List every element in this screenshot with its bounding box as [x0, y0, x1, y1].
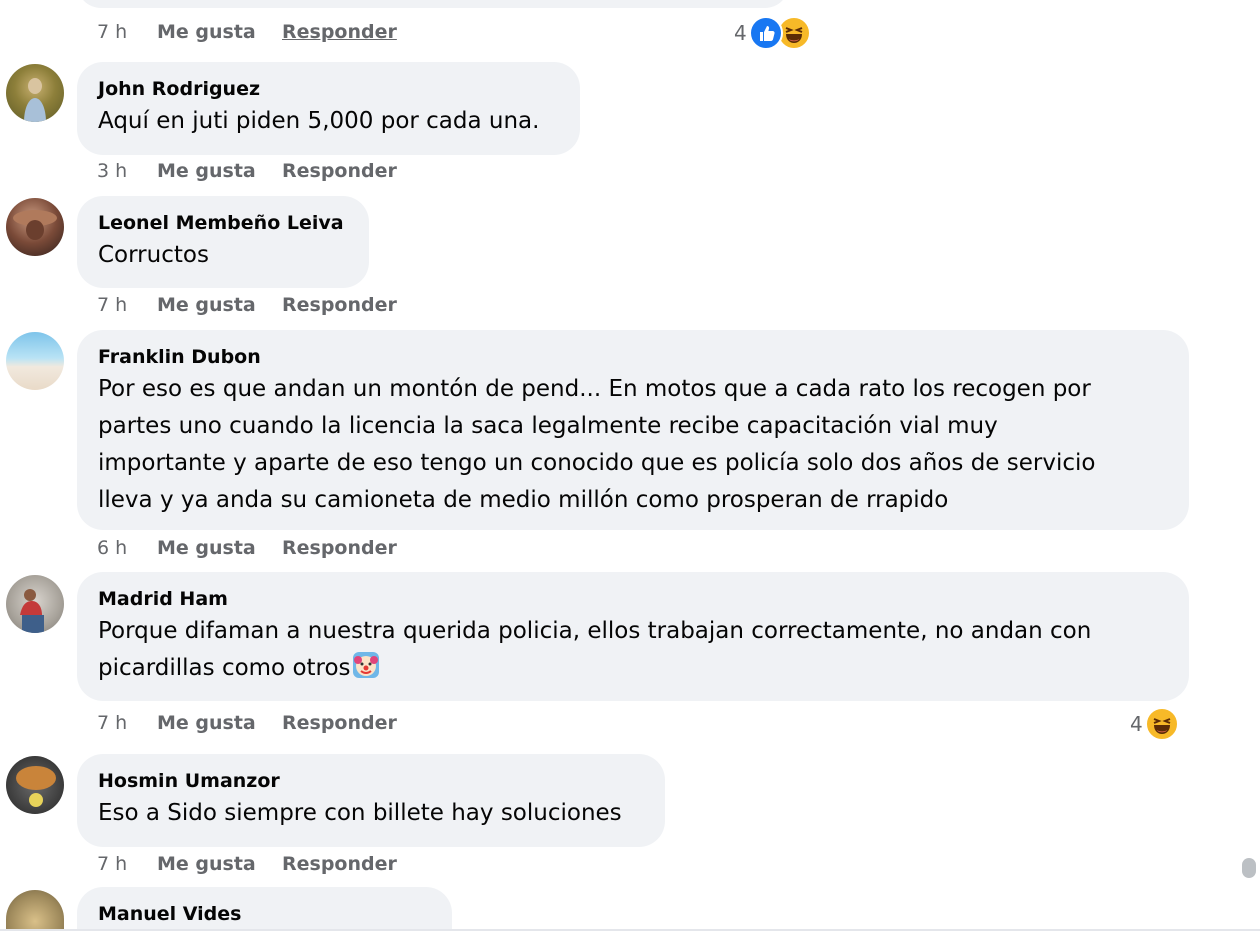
comment-actions: 6 h Me gusta Responder	[97, 533, 397, 563]
comment-text-line: Porque difaman a nuestra querida policia…	[98, 618, 1092, 644]
reply-button[interactable]: Responder	[282, 853, 397, 875]
comment-time[interactable]: 7 h	[97, 712, 157, 734]
like-button[interactable]: Me gusta	[157, 853, 282, 875]
comment-actions: 7 h Me gusta Responder	[97, 708, 397, 738]
comment-time[interactable]: 7 h	[97, 21, 157, 43]
comment-text: Porque difaman a nuestra querida policia…	[98, 613, 1167, 687]
avatar[interactable]	[6, 64, 64, 122]
comment-text-line: lleva y ya anda su camioneta de medio mi…	[98, 487, 949, 513]
reaction-summary[interactable]: 4	[734, 16, 811, 50]
comment-actions: 7 h Me gusta Responder	[97, 17, 397, 47]
comment-author[interactable]: Franklin Dubon	[98, 345, 1167, 369]
like-button[interactable]: Me gusta	[157, 712, 282, 734]
like-button[interactable]: Me gusta	[157, 294, 282, 316]
reply-button[interactable]: Responder	[282, 712, 397, 734]
comment-author[interactable]: John Rodriguez	[98, 77, 558, 101]
comment-time[interactable]: 6 h	[97, 537, 157, 559]
avatar[interactable]	[6, 575, 64, 633]
comment-text: Corructos	[98, 242, 209, 268]
divider	[0, 929, 1260, 931]
comment-time[interactable]: 3 h	[97, 160, 157, 182]
comment-text: Por eso es que andan un montón de pend..…	[98, 371, 1167, 519]
avatar[interactable]	[6, 756, 64, 814]
reaction-count: 4	[734, 21, 747, 45]
comment-author[interactable]: Leonel Membeño Leiva	[98, 211, 347, 235]
haha-reaction-icon	[1144, 707, 1179, 741]
comment-text-line: importante y aparte de eso tengo un cono…	[98, 450, 1096, 476]
avatar[interactable]	[6, 890, 64, 929]
comment-time[interactable]: 7 h	[97, 294, 157, 316]
comment-bubble: Franklin Dubon Por eso es que andan un m…	[77, 330, 1189, 530]
like-reaction-icon	[748, 16, 783, 50]
comment-text-fragment: picardillas como otros	[98, 655, 351, 681]
reply-button[interactable]: Responder	[282, 294, 397, 316]
reaction-summary[interactable]: 4	[1130, 707, 1179, 741]
comment-bubble: Madrid Ham Porque difaman a nuestra quer…	[77, 572, 1189, 701]
comment-author[interactable]: Hosmin Umanzor	[98, 769, 643, 793]
comment-text-line: partes uno cuando la licencia la saca le…	[98, 413, 998, 439]
reply-button[interactable]: Responder	[282, 21, 397, 43]
comment-author[interactable]: Madrid Ham	[98, 587, 1167, 611]
comment-bubble: Hosmin Umanzor Eso a Sido siempre con bi…	[77, 754, 665, 847]
avatar[interactable]	[6, 198, 64, 256]
reply-button[interactable]: Responder	[282, 160, 397, 182]
comment-bubble: Manuel Vides	[77, 887, 452, 929]
previous-comment-bubble-edge	[77, 0, 789, 8]
comment-author[interactable]: Manuel Vides	[98, 902, 430, 926]
comment-text: Aquí en juti piden 5,000 por cada una.	[98, 108, 540, 134]
like-button[interactable]: Me gusta	[157, 21, 282, 43]
like-button[interactable]: Me gusta	[157, 160, 282, 182]
like-button[interactable]: Me gusta	[157, 537, 282, 559]
reply-button[interactable]: Responder	[282, 537, 397, 559]
comment-time[interactable]: 7 h	[97, 853, 157, 875]
comment-actions: 7 h Me gusta Responder	[97, 290, 397, 320]
avatar[interactable]	[6, 332, 64, 390]
comment-text: Eso a Sido siempre con billete hay soluc…	[98, 800, 622, 826]
comment-actions: 3 h Me gusta Responder	[97, 156, 397, 186]
comment-text-line: Por eso es que andan un montón de pend..…	[98, 376, 1091, 402]
scrollbar-thumb[interactable]	[1242, 858, 1256, 878]
comment-bubble: Leonel Membeño Leiva Corructos	[77, 196, 369, 288]
comment-actions: 7 h Me gusta Responder	[97, 849, 397, 879]
comment-text-line: picardillas como otros	[98, 650, 1167, 687]
comment-bubble: John Rodriguez Aquí en juti piden 5,000 …	[77, 62, 580, 155]
reaction-count: 4	[1130, 712, 1143, 736]
clown-face-icon	[352, 651, 380, 679]
